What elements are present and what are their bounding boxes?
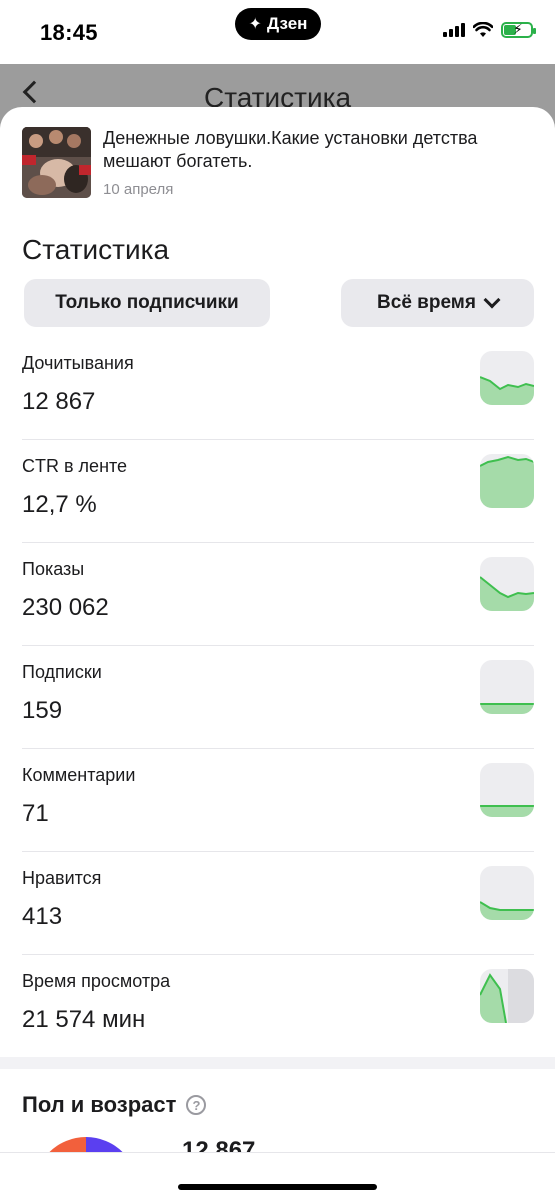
metric-label: Дочитывания	[22, 353, 134, 373]
wifi-icon	[473, 22, 493, 37]
metric-label: CTR в ленте	[22, 456, 128, 476]
status-time: 18:45	[40, 20, 98, 45]
metric-value: 230 062	[22, 594, 109, 621]
metric-value: 12,7 %	[22, 491, 97, 518]
battery-icon: ⚡	[501, 21, 536, 38]
metrics-list: Дочитывания 12 867 CTR в ленте 12,7 % По…	[22, 337, 534, 1058]
metric-row-read-through[interactable]: Дочитывания 12 867	[22, 337, 534, 440]
subscribers-only-filter[interactable]: Только подписчики	[24, 279, 270, 327]
metric-value: 21 574 мин	[22, 1006, 146, 1033]
sparkline-icon	[480, 866, 534, 920]
gender-age-title: Пол и возраст ?	[22, 1092, 207, 1118]
metric-label: Показы	[22, 559, 85, 579]
article-date: 10 апреля	[103, 181, 174, 198]
metric-row-watch-time[interactable]: Время просмотра 21 574 мин	[22, 955, 534, 1058]
metric-value: 413	[22, 903, 63, 930]
article-header[interactable]: Денежные ловушки.Какие установки детства…	[22, 127, 543, 198]
sparkline-icon	[480, 557, 534, 611]
sparkline-icon	[480, 969, 534, 1023]
cellular-signal-icon	[443, 23, 465, 37]
home-indicator[interactable]	[178, 1184, 377, 1190]
metric-label: Подписки	[22, 662, 102, 682]
status-icons: ⚡	[443, 21, 536, 38]
gender-age-label: Пол и возраст	[22, 1092, 177, 1117]
metric-value: 159	[22, 697, 63, 724]
status-bar: 18:45 ✦ Дзен ⚡	[0, 0, 555, 64]
metric-value: 71	[22, 800, 49, 827]
sparkline-icon	[480, 763, 534, 817]
metric-label: Комментарии	[22, 765, 136, 785]
dzen-pill[interactable]: ✦ Дзен	[235, 8, 321, 40]
sparkline-icon	[480, 660, 534, 714]
stats-sheet: Денежные ловушки.Какие установки детства…	[0, 107, 555, 1200]
metric-label: Нравится	[22, 868, 102, 888]
metric-row-subscriptions[interactable]: Подписки 159	[22, 646, 534, 749]
subscribers-only-label: Только подписчики	[55, 292, 239, 313]
period-label: Всё время	[377, 292, 476, 313]
metric-row-ctr[interactable]: CTR в ленте 12,7 %	[22, 440, 534, 543]
metric-row-impressions[interactable]: Показы 230 062	[22, 543, 534, 646]
sparkline-icon	[480, 351, 534, 405]
metric-row-likes[interactable]: Нравится 413	[22, 852, 534, 955]
article-title: Денежные ловушки.Какие установки детства…	[103, 128, 478, 171]
dzen-pill-label: Дзен	[266, 14, 308, 33]
filters-row: Только подписчики Всё время	[24, 279, 534, 327]
sparkle-icon: ✦	[248, 16, 262, 33]
metric-value: 12 867	[22, 388, 96, 415]
bottom-bar	[0, 1152, 555, 1200]
sparkline-icon	[480, 454, 534, 508]
metric-label: Время просмотра	[22, 971, 171, 991]
section-divider	[0, 1057, 555, 1069]
chevron-down-icon	[483, 291, 501, 309]
article-thumbnail	[22, 127, 91, 198]
period-dropdown[interactable]: Всё время	[341, 279, 534, 327]
help-icon[interactable]: ?	[186, 1095, 207, 1115]
metric-row-comments[interactable]: Комментарии 71	[22, 749, 534, 852]
stats-title: Статистика	[22, 234, 170, 265]
